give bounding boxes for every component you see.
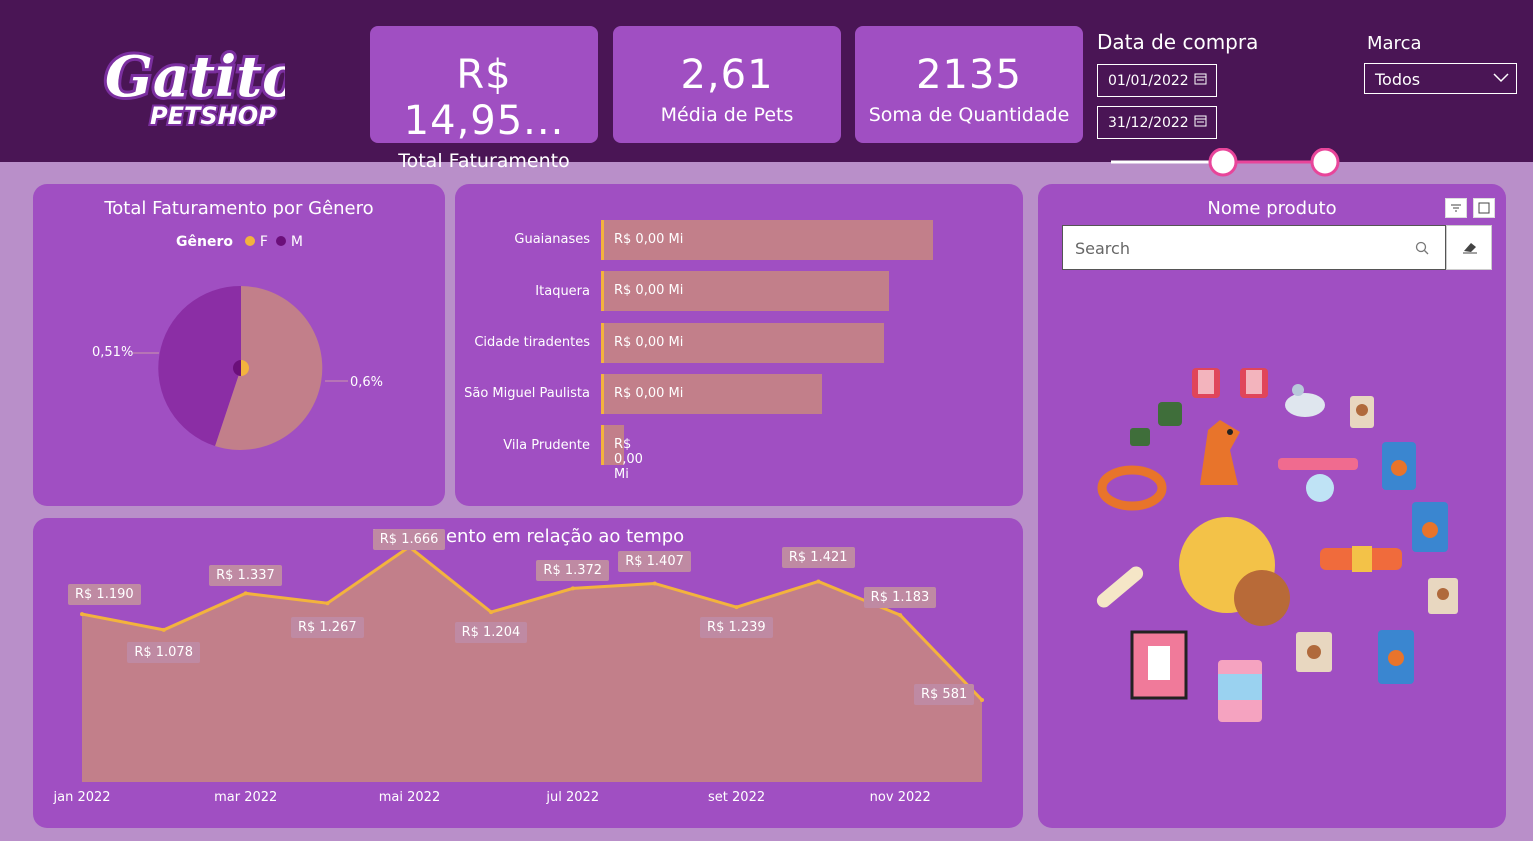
data-point[interactable] — [816, 579, 821, 584]
data-point[interactable] — [734, 605, 739, 610]
data-point[interactable] — [243, 591, 248, 596]
x-tick-label: nov 2022 — [869, 790, 931, 805]
data-point[interactable] — [898, 613, 903, 618]
data-point[interactable] — [980, 698, 984, 703]
data-label: R$ 1.190 — [68, 584, 141, 606]
area-chart — [80, 544, 984, 782]
data-label: R$ 1.239 — [700, 617, 773, 639]
data-label: R$ 1.666 — [372, 528, 446, 550]
data-point[interactable] — [325, 601, 330, 606]
data-label: R$ 581 — [914, 684, 975, 705]
data-point[interactable] — [570, 586, 575, 591]
data-label: R$ 1.372 — [536, 560, 610, 582]
data-label: R$ 1.204 — [454, 622, 528, 644]
x-tick-label: mai 2022 — [378, 790, 441, 805]
data-label: R$ 1.337 — [209, 565, 282, 587]
data-point[interactable] — [80, 612, 84, 617]
x-tick-label: jan 2022 — [53, 790, 111, 805]
data-label: R$ 1.078 — [127, 641, 200, 663]
data-label: R$ 1.407 — [618, 551, 691, 573]
data-point[interactable] — [652, 581, 657, 586]
x-tick-label: jul 2022 — [546, 790, 600, 805]
data-point[interactable] — [161, 627, 166, 632]
x-tick-label: mar 2022 — [214, 790, 278, 805]
x-tick-label: set 2022 — [708, 790, 766, 805]
data-label: R$ 1.267 — [290, 617, 364, 639]
data-point[interactable] — [489, 610, 494, 615]
data-label: R$ 1.183 — [863, 587, 937, 609]
data-label: R$ 1.421 — [781, 547, 855, 569]
